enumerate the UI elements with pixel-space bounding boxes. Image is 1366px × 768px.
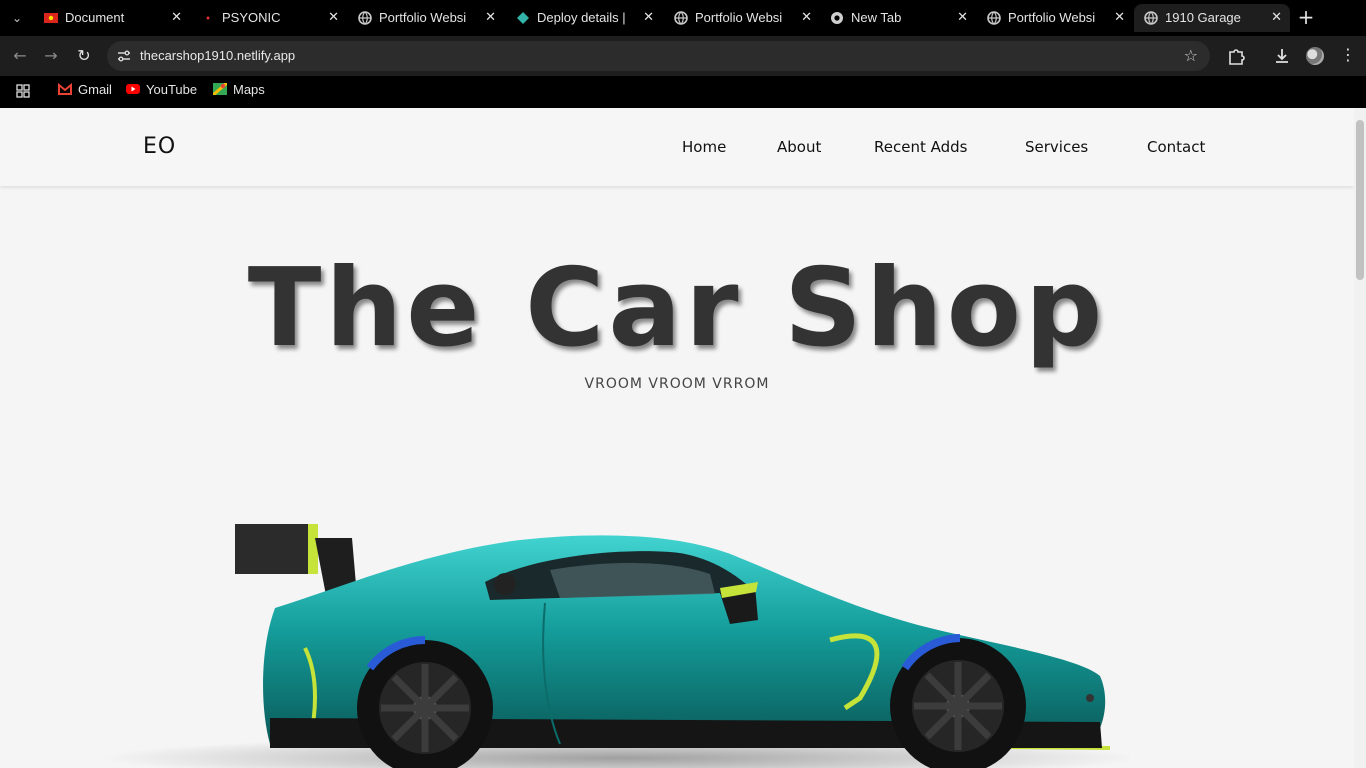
tab-portfolio-2[interactable]: Portfolio Websi ✕ <box>664 4 820 32</box>
bookmark-label: Gmail <box>78 82 112 97</box>
tab-strip: ⌄ Document ✕ PSYONIC ✕ Portfolio Websi ✕… <box>0 0 1366 36</box>
tab-title: Portfolio Websi <box>379 10 467 25</box>
extensions-puzzle-icon[interactable] <box>1224 44 1248 68</box>
tab-title: PSYONIC <box>222 10 281 25</box>
close-tab-icon[interactable]: ✕ <box>957 4 968 32</box>
gmail-icon <box>58 83 72 95</box>
tab-search-chevron-icon[interactable]: ⌄ <box>6 7 28 29</box>
reload-icon[interactable]: ↻ <box>72 44 96 68</box>
site-settings-icon[interactable] <box>116 48 132 64</box>
tab-title: Portfolio Websi <box>695 10 783 25</box>
menu-kebab-icon[interactable]: ⋮ <box>1340 45 1356 64</box>
tab-title: 1910 Garage <box>1165 10 1241 25</box>
bookmark-maps[interactable]: Maps <box>213 76 265 104</box>
hero-title: The Car Shop <box>247 246 1107 371</box>
maps-icon <box>213 83 227 95</box>
close-tab-icon[interactable]: ✕ <box>1114 4 1125 32</box>
nav-home[interactable]: Home <box>682 138 726 156</box>
globe-icon <box>674 11 688 25</box>
nav-contact[interactable]: Contact <box>1147 138 1205 156</box>
globe-icon <box>987 11 1001 25</box>
tab-portfolio-3[interactable]: Portfolio Websi ✕ <box>977 4 1133 32</box>
tab-document[interactable]: Document ✕ <box>34 4 190 32</box>
bookmark-label: YouTube <box>146 82 198 97</box>
close-tab-icon[interactable]: ✕ <box>328 4 339 32</box>
tab-1910-garage[interactable]: 1910 Garage ✕ <box>1134 4 1290 32</box>
page-viewport: EO Home About Recent Adds Services Conta… <box>0 108 1354 768</box>
tab-title: Deploy details | <box>537 10 626 25</box>
close-tab-icon[interactable]: ✕ <box>801 4 812 32</box>
globe-icon <box>1144 11 1158 25</box>
browser-toolbar: ← → ↻ thecarshop1910.netlify.app ☆ <box>0 36 1366 76</box>
scrollbar-thumb[interactable] <box>1356 120 1364 280</box>
tab-deploy-details[interactable]: Deploy details | ✕ <box>506 4 662 32</box>
bookmark-label: Maps <box>233 82 265 97</box>
youtube-icon <box>126 84 140 94</box>
close-tab-icon[interactable]: ✕ <box>643 4 654 32</box>
close-tab-icon[interactable]: ✕ <box>1271 4 1282 32</box>
red-dot-icon <box>206 16 210 20</box>
tab-title: New Tab <box>851 10 902 25</box>
netlify-icon <box>517 12 529 24</box>
address-bar[interactable]: thecarshop1910.netlify.app ☆ <box>107 41 1210 71</box>
tab-title: Portfolio Websi <box>1008 10 1096 25</box>
tab-new-tab[interactable]: New Tab ✕ <box>820 4 976 32</box>
download-icon[interactable] <box>1270 44 1294 68</box>
close-tab-icon[interactable]: ✕ <box>171 4 182 32</box>
site-navbar: EO Home About Recent Adds Services Conta… <box>0 108 1354 186</box>
url-text[interactable]: thecarshop1910.netlify.app <box>140 41 295 71</box>
tab-title: Document <box>65 10 125 25</box>
globe-icon <box>358 11 372 25</box>
chrome-icon <box>831 12 843 24</box>
tab-portfolio-1[interactable]: Portfolio Websi ✕ <box>348 4 504 32</box>
new-tab-plus-icon[interactable]: + <box>1296 7 1316 27</box>
race-car-image <box>100 524 1130 768</box>
site-logo[interactable]: EO <box>143 134 176 159</box>
tab-psyonic[interactable]: PSYONIC ✕ <box>191 4 347 32</box>
bookmarks-bar: Gmail YouTube Maps <box>0 76 1366 108</box>
nav-recent-adds[interactable]: Recent Adds <box>874 138 967 156</box>
close-tab-icon[interactable]: ✕ <box>485 4 496 32</box>
flag-icon <box>44 13 58 23</box>
page-scrollbar[interactable] <box>1354 108 1366 768</box>
back-arrow-icon[interactable]: ← <box>8 44 32 68</box>
nav-services[interactable]: Services <box>1025 138 1088 156</box>
bookmark-gmail[interactable]: Gmail <box>58 76 112 104</box>
profile-avatar[interactable] <box>1306 47 1324 65</box>
nav-about[interactable]: About <box>777 138 821 156</box>
apps-grid-icon[interactable] <box>16 84 30 98</box>
hero-subtitle: VROOM VROOM VRROM <box>584 376 770 392</box>
bookmark-star-icon[interactable]: ☆ <box>1184 46 1198 65</box>
bookmark-youtube[interactable]: YouTube <box>126 76 197 104</box>
forward-arrow-icon[interactable]: → <box>39 44 63 68</box>
